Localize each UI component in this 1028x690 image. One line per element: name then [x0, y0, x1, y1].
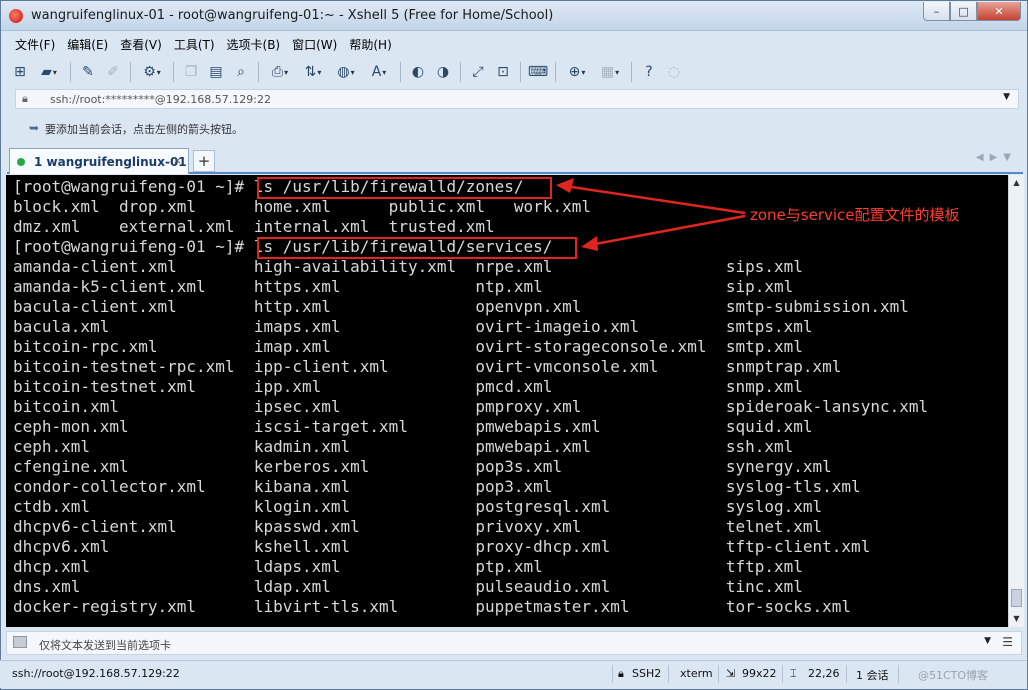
watermark: @51CTO博客: [918, 669, 989, 682]
terminal-line: condor-collector.xml kibana.xml pop3.xml…: [13, 477, 861, 496]
menu-file[interactable]: 文件(F): [9, 34, 61, 54]
tab-label: 1 wangruifenglinux-01: [34, 155, 187, 169]
layout-icon[interactable]: ▦: [595, 61, 625, 83]
terminal-line: dns.xml ldap.xml pulseaudio.xml tinc.xml: [13, 577, 803, 596]
new-tab-button[interactable]: +: [193, 150, 215, 172]
menu-window[interactable]: 窗口(W): [286, 34, 343, 54]
fullscreen-icon[interactable]: ⤢: [467, 61, 489, 83]
terminal-line: dhcpv6.xml kshell.xml proxy-dhcp.xml tft…: [13, 537, 871, 556]
send-keyboard-icon: [13, 636, 27, 648]
terminal-line: bitcoin.xml ipsec.xml pmproxy.xml spider…: [13, 397, 929, 416]
status-size: 99x22: [742, 667, 777, 680]
cursor-icon: ⌶: [790, 667, 797, 680]
disconnect-icon[interactable]: ✐: [102, 61, 124, 83]
terminal-line: ceph.xml kadmin.xml pmwebapi.xml ssh.xml: [13, 437, 794, 456]
tab-nav-arrows-icon[interactable]: ◀▶▼: [976, 152, 1017, 163]
close-button[interactable]: ✕: [977, 2, 1021, 21]
font-icon[interactable]: A: [364, 61, 394, 83]
status-cursor: 22,26: [808, 667, 840, 680]
chevron-down-icon[interactable]: ▼: [1003, 92, 1010, 102]
status-protocol: SSH2: [632, 667, 662, 680]
hint-text: 要添加当前会话，点击左侧的箭头按钮。: [45, 123, 243, 136]
transfer-icon[interactable]: ⇅: [298, 61, 328, 83]
xftp-icon[interactable]: ◐: [407, 61, 429, 83]
help-icon[interactable]: ?: [638, 61, 660, 83]
add-tab-icon[interactable]: ⊕: [562, 61, 592, 83]
menu-icon[interactable]: ☰: [1002, 635, 1013, 649]
annotation-label: zone与service配置文件的模板: [750, 206, 960, 224]
compose-bar[interactable]: 仅将文本发送到当前选项卡 ▼ ☰: [6, 631, 1022, 655]
size-icon: ⇲: [726, 667, 736, 680]
maximize-button[interactable]: □: [950, 2, 977, 21]
globe-icon[interactable]: ◍: [331, 61, 361, 83]
menu-tabs[interactable]: 选项卡(B): [221, 34, 287, 54]
arrow-button-icon[interactable]: ➥: [29, 121, 39, 135]
chevron-down-icon[interactable]: ▼: [984, 636, 991, 646]
terminal-line: amanda-k5-client.xml https.xml ntp.xml s…: [13, 277, 794, 296]
status-sessions: 1 会话: [856, 669, 889, 682]
terminal-line: amanda-client.xml high-availability.xml …: [13, 257, 803, 276]
toolbar: ⊞ ▰ ✎ ✐ ⚙ ❐ ▤ ⌕ ⎙ ⇅ ◍ A ◐ ◑ ⤢ ⊡ ⌨ ⊕ ▦ ? …: [9, 58, 1019, 86]
print-icon[interactable]: ⎙: [265, 61, 295, 83]
terminal-line: dhcp.xml ldaps.xml ptp.xml tftp.xml: [13, 557, 803, 576]
status-terminal-type: xterm: [680, 667, 713, 680]
terminal-line: docker-registry.xml libvirt-tls.xml pupp…: [13, 597, 852, 616]
hint-bar: ➥ 要添加当前会话，点击左侧的箭头按钮。: [15, 117, 1019, 139]
copy-icon[interactable]: ❐: [180, 61, 202, 83]
minimize-button[interactable]: –: [923, 2, 950, 21]
terminal-line: ceph-mon.xml iscsi-target.xml pmwebapis.…: [13, 417, 813, 436]
window-title: wangruifenglinux-01 - root@wangruifeng-0…: [31, 8, 554, 23]
xmanager-icon[interactable]: ◑: [432, 61, 454, 83]
keyboard-icon[interactable]: ⌨: [527, 61, 549, 83]
paste-icon[interactable]: ▤: [205, 61, 227, 83]
title-bar: wangruifenglinux-01 - root@wangruifeng-0…: [1, 1, 1027, 31]
tab-session[interactable]: 1 wangruifenglinux-01 ×: [9, 148, 189, 174]
menu-help[interactable]: 帮助(H): [343, 34, 397, 54]
status-bar: ssh://root@192.168.57.129:22 🔒︎ SSH2 xte…: [0, 660, 1026, 688]
chat-icon[interactable]: ◌: [663, 61, 685, 83]
terminal-line: bitcoin-testnet.xml ipp.xml pmcd.xml snm…: [13, 377, 803, 396]
lock-icon: 🔒︎: [22, 92, 28, 105]
status-connection: ssh://root@192.168.57.129:22: [12, 667, 180, 680]
address-bar[interactable]: 🔒︎ ssh://root:*********@192.168.57.129:2…: [15, 89, 1019, 109]
terminal-line: bacula-client.xml http.xml openvpn.xml s…: [13, 297, 909, 316]
terminal-line: bitcoin-rpc.xml imap.xml ovirt-storageco…: [13, 337, 803, 356]
menu-bar: 文件(F) 编辑(E) 查看(V) 工具(T) 选项卡(B) 窗口(W) 帮助(…: [9, 34, 398, 54]
menu-view[interactable]: 查看(V): [114, 34, 168, 54]
connected-status-icon: [17, 158, 25, 166]
open-session-icon[interactable]: ▰: [34, 61, 64, 83]
lock-icon[interactable]: ⊡: [492, 61, 514, 83]
scroll-down-icon[interactable]: ▼: [1009, 611, 1024, 627]
terminal-line: bitcoin-testnet-rpc.xml ipp-client.xml o…: [13, 357, 842, 376]
scroll-up-icon[interactable]: ▲: [1009, 175, 1024, 191]
terminal-line: cfengine.xml kerberos.xml pop3s.xml syne…: [13, 457, 832, 476]
compose-placeholder: 仅将文本发送到当前选项卡: [39, 639, 171, 652]
xshell-logo-icon: [9, 9, 23, 23]
menu-tools[interactable]: 工具(T): [168, 34, 221, 54]
new-session-icon[interactable]: ⊞: [9, 61, 31, 83]
zones-command-highlight: [257, 177, 552, 199]
services-command-highlight: [257, 237, 577, 259]
reconnect-icon[interactable]: ✎: [77, 61, 99, 83]
terminal-line: dhcpv6-client.xml kpasswd.xml privoxy.xm…: [13, 517, 823, 536]
status-lock-icon: 🔒︎: [618, 667, 624, 680]
scroll-thumb[interactable]: [1011, 589, 1022, 607]
terminal-scrollbar[interactable]: ▲ ▼: [1008, 175, 1024, 627]
find-icon[interactable]: ⌕: [230, 61, 252, 83]
terminal-line: ctdb.xml klogin.xml postgresql.xml syslo…: [13, 497, 823, 516]
terminal-line: bacula.xml imaps.xml ovirt-imageio.xml s…: [13, 317, 813, 336]
tab-bar: 1 wangruifenglinux-01 × + ◀▶▼: [7, 146, 1023, 174]
properties-icon[interactable]: ⚙: [137, 61, 167, 83]
session-address: ssh://root:*********@192.168.57.129:22: [50, 93, 271, 106]
tab-close-icon[interactable]: ×: [173, 154, 182, 167]
menu-edit[interactable]: 编辑(E): [61, 34, 114, 54]
